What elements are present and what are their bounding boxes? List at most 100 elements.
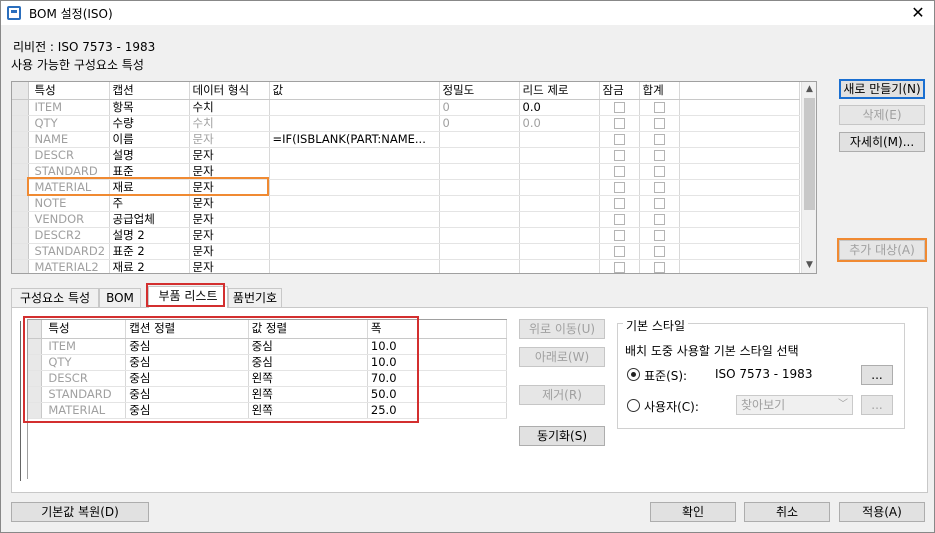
details-button[interactable]: 자세히(M)... — [839, 132, 925, 152]
parts-cell-value-align[interactable]: 왼쪽 — [248, 386, 368, 403]
parts-cell-property[interactable]: STANDARD — [41, 386, 127, 403]
parts-cell-property[interactable]: DESCR — [41, 370, 127, 387]
parts-cell-value-align[interactable]: 중심 — [248, 354, 368, 371]
checkbox-icon[interactable] — [613, 229, 625, 241]
parts-cell-property[interactable]: MATERIAL — [41, 402, 127, 419]
delete-button[interactable]: 삭제(E) — [839, 105, 925, 125]
checkbox-icon[interactable] — [653, 117, 665, 129]
cell-precision[interactable] — [439, 147, 520, 164]
cell-property[interactable]: MATERIAL — [28, 179, 110, 196]
cell-value[interactable] — [269, 195, 440, 212]
table-row[interactable]: STANDARD 표준 문자 — [12, 163, 800, 180]
cell-precision[interactable] — [439, 163, 520, 180]
parts-col-width[interactable]: 폭 — [367, 320, 508, 339]
cell-property[interactable]: STANDARD — [28, 163, 110, 180]
cell-caption[interactable]: 수량 — [109, 115, 190, 132]
checkbox-icon[interactable] — [613, 101, 625, 113]
cell-datatype[interactable]: 문자 — [189, 211, 270, 228]
checkbox-icon[interactable] — [613, 133, 625, 145]
parts-cell-width[interactable]: 50.0 — [367, 386, 508, 403]
cell-datatype[interactable]: 문자 — [189, 131, 270, 148]
cell-datatype[interactable]: 수치 — [189, 115, 270, 132]
cell-datatype[interactable]: 문자 — [189, 163, 270, 180]
cell-datatype[interactable]: 문자 — [189, 227, 270, 244]
lock-checkbox[interactable] — [599, 243, 640, 260]
checkbox-icon[interactable] — [653, 101, 665, 113]
table-row[interactable]: NOTE 주 문자 — [12, 195, 800, 212]
total-checkbox[interactable] — [639, 163, 680, 180]
col-header-value[interactable]: 값 — [269, 82, 440, 100]
col-header-caption[interactable]: 캡션 — [109, 82, 190, 100]
tab-bom[interactable]: BOM — [99, 288, 141, 307]
table-row[interactable]: DESCR2 설명 2 문자 — [12, 227, 800, 244]
cell-lead-zero[interactable] — [519, 259, 600, 273]
cell-lead-zero[interactable]: 0.0 — [519, 99, 600, 116]
cell-value[interactable] — [269, 211, 440, 228]
cell-precision[interactable] — [439, 243, 520, 260]
checkbox-icon[interactable] — [613, 197, 625, 209]
checkbox-icon[interactable] — [653, 181, 665, 193]
cell-datatype[interactable]: 문자 — [189, 259, 270, 273]
scroll-thumb[interactable] — [804, 98, 815, 210]
table-row[interactable]: DESCR 설명 문자 — [12, 147, 800, 164]
parts-col-property[interactable]: 특성 — [41, 320, 127, 339]
parts-cell-width[interactable]: 25.0 — [367, 402, 508, 419]
cell-value[interactable] — [269, 147, 440, 164]
new-button[interactable]: 새로 만들기(N) — [839, 79, 925, 99]
checkbox-icon[interactable] — [653, 133, 665, 145]
parts-row[interactable]: QTY 중심 중심 10.0 — [28, 354, 508, 371]
checkbox-icon[interactable] — [613, 165, 625, 177]
checkbox-icon[interactable] — [613, 245, 625, 257]
cell-lead-zero[interactable] — [519, 147, 600, 164]
cell-precision[interactable]: 0 — [439, 115, 520, 132]
cell-lead-zero[interactable]: 0.0 — [519, 115, 600, 132]
parts-cell-property[interactable]: ITEM — [41, 338, 127, 355]
cell-value[interactable] — [269, 115, 440, 132]
total-checkbox[interactable] — [639, 115, 680, 132]
parts-cell-caption-align[interactable]: 중심 — [125, 386, 249, 403]
col-header-lock[interactable]: 잠금 — [599, 82, 640, 100]
table-row[interactable]: VENDOR 공급업체 문자 — [12, 211, 800, 228]
parts-row[interactable]: ITEM 중심 중심 10.0 — [28, 338, 508, 355]
parts-cell-caption-align[interactable]: 중심 — [125, 338, 249, 355]
cell-caption[interactable]: 설명 — [109, 147, 190, 164]
lock-checkbox[interactable] — [599, 227, 640, 244]
table-row[interactable]: QTY 수량 수치 0 0.0 — [12, 115, 800, 132]
parts-cell-width[interactable]: 10.0 — [367, 354, 508, 371]
lock-checkbox[interactable] — [599, 211, 640, 228]
checkbox-icon[interactable] — [613, 213, 625, 225]
table-row[interactable]: MATERIAL2 재료 2 문자 — [12, 259, 800, 273]
cell-caption[interactable]: 주 — [109, 195, 190, 212]
cell-value[interactable] — [269, 179, 440, 196]
cell-property[interactable]: NAME — [28, 131, 110, 148]
move-down-button[interactable]: 아래로(W) — [519, 347, 605, 367]
checkbox-icon[interactable] — [653, 165, 665, 177]
cell-lead-zero[interactable] — [519, 179, 600, 196]
cell-precision[interactable] — [439, 195, 520, 212]
cell-value[interactable]: =IF(ISBLANK(PART:NAME... — [269, 131, 440, 148]
cell-lead-zero[interactable] — [519, 211, 600, 228]
parts-cell-caption-align[interactable]: 중심 — [125, 370, 249, 387]
tab-component-properties[interactable]: 구성요소 특성 — [11, 288, 99, 307]
lock-checkbox[interactable] — [599, 147, 640, 164]
table-row[interactable]: STANDARD2 표준 2 문자 — [12, 243, 800, 260]
cell-caption[interactable]: 재료 2 — [109, 259, 190, 273]
checkbox-icon[interactable] — [653, 245, 665, 257]
cell-property[interactable]: QTY — [28, 115, 110, 132]
cell-caption[interactable]: 표준 — [109, 163, 190, 180]
parts-cell-caption-align[interactable]: 중심 — [125, 402, 249, 419]
checkbox-icon[interactable] — [613, 117, 625, 129]
cell-lead-zero[interactable] — [519, 131, 600, 148]
cell-property[interactable]: DESCR2 — [28, 227, 110, 244]
add-target-button[interactable]: 추가 대상(A) — [839, 240, 925, 260]
total-checkbox[interactable] — [639, 259, 680, 273]
total-checkbox[interactable] — [639, 99, 680, 116]
checkbox-icon[interactable] — [653, 213, 665, 225]
cell-value[interactable] — [269, 259, 440, 273]
standard-browse-button[interactable]: ... — [861, 365, 893, 385]
lock-checkbox[interactable] — [599, 163, 640, 180]
parts-cell-value-align[interactable]: 왼쪽 — [248, 402, 368, 419]
cell-lead-zero[interactable] — [519, 163, 600, 180]
sync-button[interactable]: 동기화(S) — [519, 426, 605, 446]
ok-button[interactable]: 확인 — [650, 502, 736, 522]
